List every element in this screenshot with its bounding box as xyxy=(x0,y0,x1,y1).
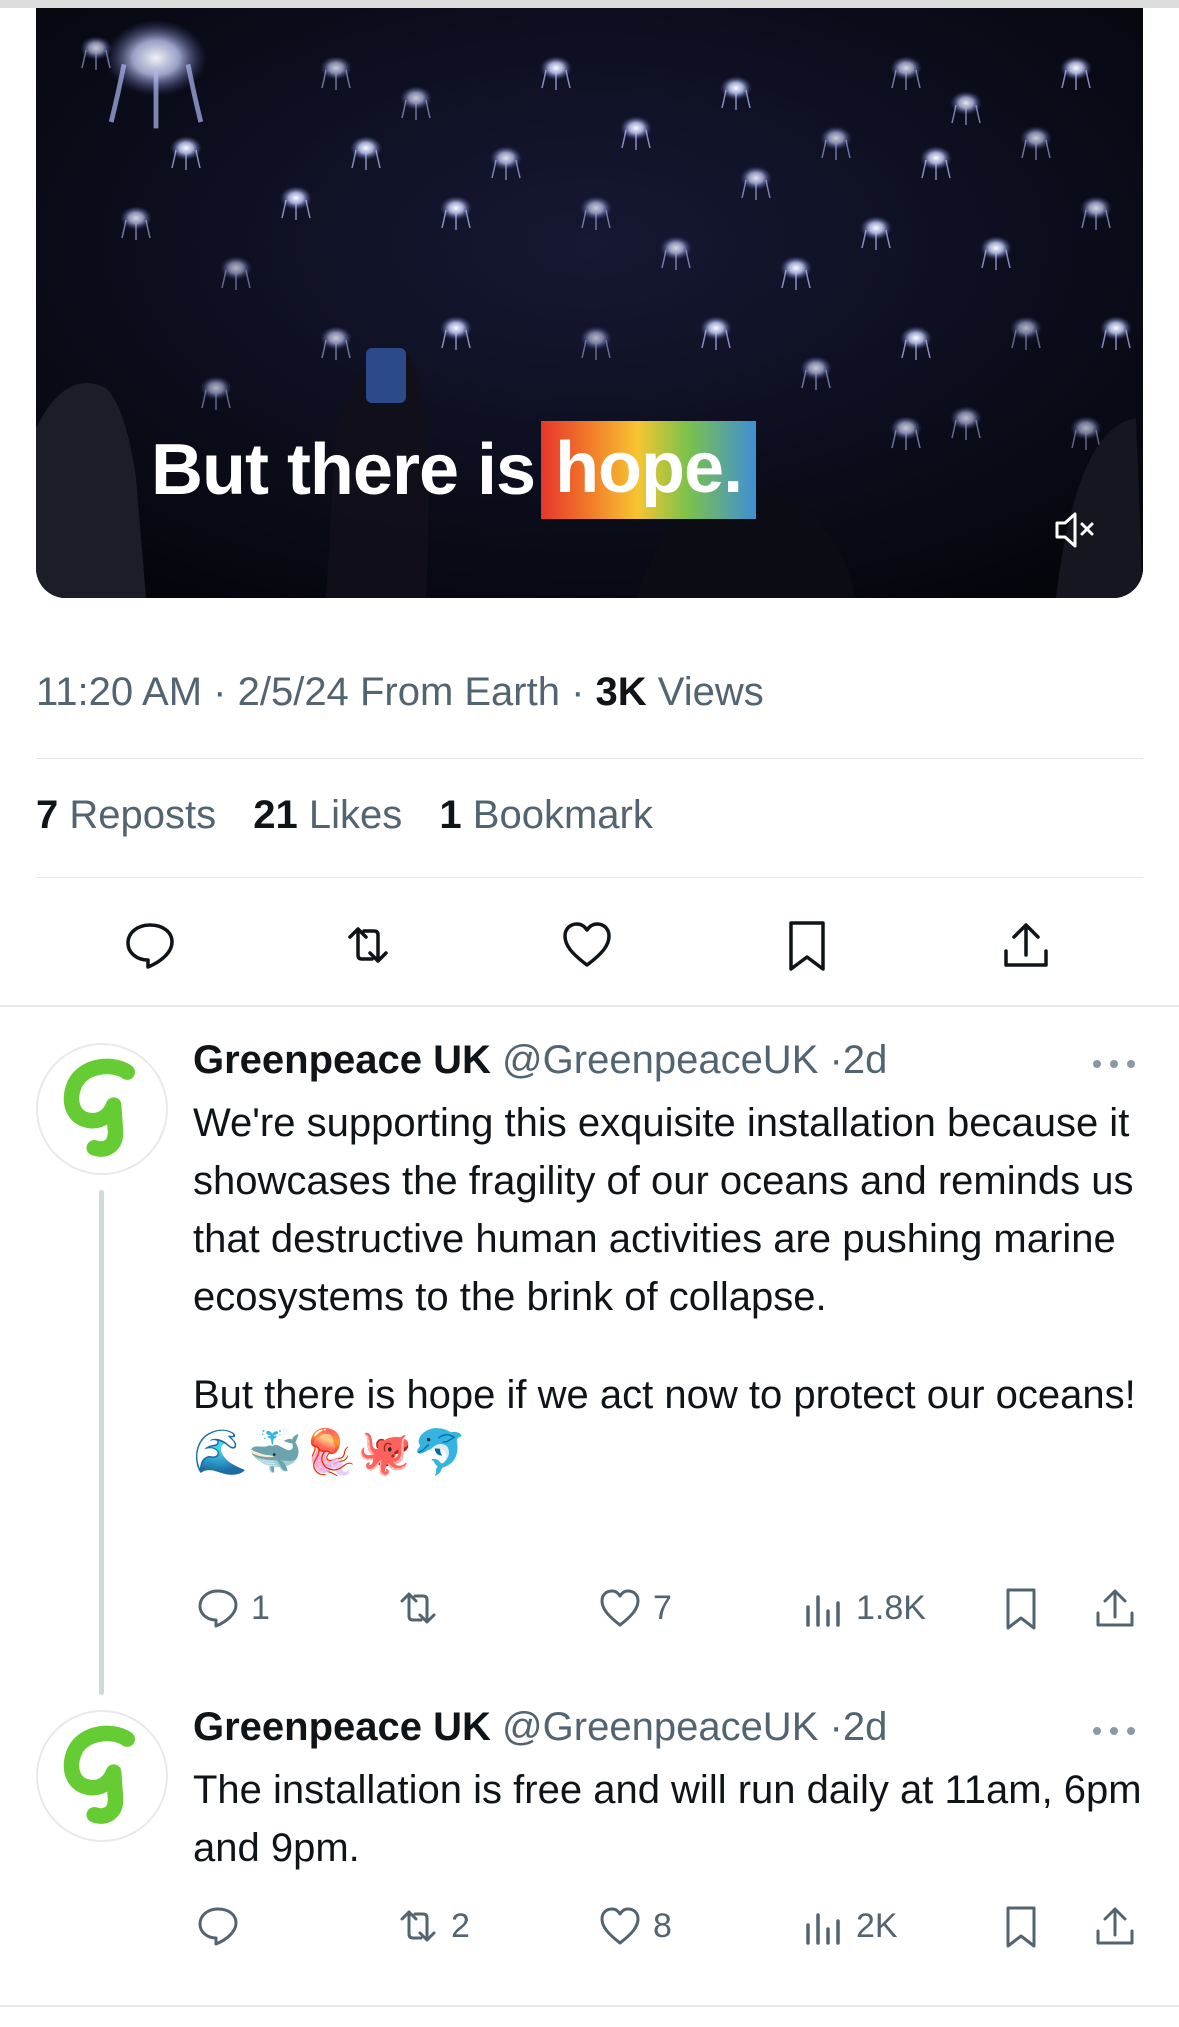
divider xyxy=(36,758,1143,759)
views-count: 3K xyxy=(595,670,647,714)
bookmark-button[interactable] xyxy=(996,1900,1054,1952)
reply-text: We're supporting this exquisite installa… xyxy=(193,1094,1143,1483)
reply-icon[interactable] xyxy=(120,915,180,975)
section-divider xyxy=(0,1005,1179,1007)
repost-button[interactable] xyxy=(393,1582,451,1634)
video-player[interactable]: But there is hope. xyxy=(36,8,1143,598)
reply-header: Greenpeace UK @GreenpeaceUK ·2d xyxy=(193,1038,887,1083)
post-age: 2d xyxy=(842,1038,888,1082)
like-count: 8 xyxy=(653,1906,672,1945)
greenpeace-logo xyxy=(63,1058,135,1157)
divider xyxy=(36,877,1143,878)
tweet-source: From Earth xyxy=(359,670,560,714)
bookmarks-count: 1 xyxy=(439,793,462,837)
top-edge xyxy=(0,0,1179,8)
reply-icon xyxy=(198,1589,238,1628)
reposts-stat[interactable]: 7 Reposts xyxy=(36,793,216,837)
reply-header: Greenpeace UK @GreenpeaceUK ·2d xyxy=(193,1705,887,1750)
more-options-icon[interactable] xyxy=(1091,1724,1137,1738)
views-button[interactable]: 1.8K xyxy=(798,1582,926,1634)
reposts-label: Reposts xyxy=(69,793,217,837)
bookmarks-stat[interactable]: 1 Bookmark xyxy=(439,793,652,837)
tweet-meta: 11:20 AM · 2/5/24 From Earth · 3K Views xyxy=(36,670,764,714)
author-name[interactable]: Greenpeace UK xyxy=(193,1038,491,1082)
repost-icon[interactable] xyxy=(338,915,398,975)
reply-icon xyxy=(198,1907,238,1946)
reply-button[interactable]: 1 xyxy=(193,1582,270,1634)
like-count: 7 xyxy=(653,1588,672,1627)
likes-label: Likes xyxy=(308,793,403,837)
reply-paragraph: But there is hope if we act now to prote… xyxy=(193,1366,1143,1483)
avatar[interactable] xyxy=(36,1710,168,1842)
video-caption: But there is hope. xyxy=(151,421,757,519)
reply-paragraph-text: But there is hope if we act now to prote… xyxy=(193,1373,1136,1417)
views-count: 2K xyxy=(856,1906,898,1945)
reply-paragraph: We're supporting this exquisite installa… xyxy=(193,1101,1134,1319)
analytics-icon xyxy=(806,1913,840,1945)
repost-count: 2 xyxy=(451,1906,470,1945)
separator: · xyxy=(829,1038,843,1082)
likes-stat[interactable]: 21 Likes xyxy=(253,793,402,837)
repost-icon xyxy=(400,1910,436,1942)
bookmark-button[interactable] xyxy=(996,1582,1054,1634)
bookmark-icon xyxy=(1006,1906,1036,1948)
like-button[interactable]: 8 xyxy=(595,1900,672,1952)
emoji-row: 🌊🐳🪼🐙🐬 xyxy=(193,1427,467,1478)
share-icon xyxy=(1096,1907,1134,1945)
reply-count: 1 xyxy=(251,1588,270,1627)
reply-button[interactable] xyxy=(193,1900,251,1952)
greenpeace-logo xyxy=(63,1725,135,1824)
author-handle[interactable]: @GreenpeaceUK xyxy=(502,1705,818,1749)
avatar[interactable] xyxy=(36,1043,168,1175)
like-icon xyxy=(600,1589,640,1627)
like-button[interactable]: 7 xyxy=(595,1582,672,1634)
share-icon[interactable] xyxy=(996,915,1056,975)
share-button[interactable] xyxy=(1090,1900,1148,1952)
more-options-icon[interactable] xyxy=(1091,1057,1137,1071)
like-icon xyxy=(600,1907,640,1945)
caption-highlight: hope. xyxy=(541,421,757,519)
caption-text: But there is xyxy=(151,430,536,510)
reposts-count: 7 xyxy=(36,793,59,837)
like-icon[interactable] xyxy=(557,915,617,975)
bookmark-icon xyxy=(1006,1588,1036,1630)
likes-count: 21 xyxy=(253,793,298,837)
views-button[interactable]: 2K xyxy=(798,1900,898,1952)
tweet-date: 2/5/24 xyxy=(237,670,349,714)
share-icon xyxy=(1096,1589,1134,1627)
views-count: 1.8K xyxy=(856,1588,926,1627)
share-button[interactable] xyxy=(1090,1582,1148,1634)
engagement-stats: 7 Reposts 21 Likes 1 Bookmark xyxy=(36,793,679,838)
analytics-icon xyxy=(806,1595,840,1627)
bookmark-icon[interactable] xyxy=(777,915,837,975)
repost-button[interactable]: 2 xyxy=(393,1900,470,1952)
post-age: 2d xyxy=(842,1705,888,1749)
section-divider xyxy=(0,2005,1179,2007)
speaker-muted-icon[interactable] xyxy=(1047,502,1103,558)
reply-paragraph: The installation is free and will run da… xyxy=(193,1768,1142,1870)
repost-icon xyxy=(400,1592,436,1624)
thread-line xyxy=(99,1190,104,1695)
author-handle[interactable]: @GreenpeaceUK xyxy=(502,1038,818,1082)
separator: · xyxy=(829,1705,843,1749)
tweet-time: 11:20 AM xyxy=(36,670,203,714)
author-name[interactable]: Greenpeace UK xyxy=(193,1705,491,1749)
reply-text: The installation is free and will run da… xyxy=(193,1761,1143,1877)
bookmarks-label: Bookmark xyxy=(472,793,653,837)
views-label: Views xyxy=(657,670,764,714)
